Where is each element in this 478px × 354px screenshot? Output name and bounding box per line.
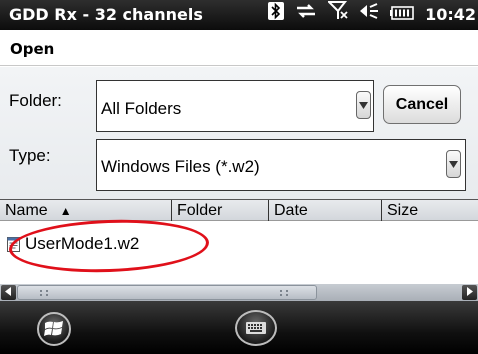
bluetooth-icon[interactable] — [268, 0, 285, 30]
type-dropdown-arrow[interactable] — [446, 150, 461, 178]
scroll-right-button[interactable] — [462, 285, 477, 300]
column-header-name[interactable]: Name ▲ — [0, 200, 170, 221]
windows-logo-icon — [44, 321, 63, 336]
type-dropdown[interactable]: Windows Files (*.w2) — [96, 139, 466, 191]
app-title: GDD Rx - 32 channels — [9, 5, 203, 24]
data-connection-icon[interactable] — [295, 0, 317, 30]
folder-dropdown[interactable]: All Folders — [96, 80, 374, 132]
dialog-header: Open — [0, 30, 478, 66]
type-value: Windows Files (*.w2) — [101, 157, 260, 176]
folder-dropdown-arrow[interactable] — [356, 91, 371, 119]
type-label: Type: — [9, 146, 51, 165]
file-list-header: Name ▲ Folder Date Size — [0, 199, 478, 221]
folder-value: All Folders — [101, 99, 182, 118]
battery-icon[interactable] — [390, 0, 414, 30]
chevron-right-icon — [467, 287, 473, 296]
status-icons: 10:42 — [257, 0, 478, 30]
chevron-left-icon — [5, 287, 11, 296]
dialog-title: Open — [10, 40, 55, 58]
title-bar: GDD Rx - 32 channels 10:42 — [0, 0, 478, 30]
cancel-button[interactable]: Cancel — [383, 85, 461, 124]
column-header-date[interactable]: Date — [268, 200, 380, 221]
folder-label: Folder: — [9, 91, 62, 110]
horizontal-scrollbar[interactable] — [0, 284, 478, 301]
clock[interactable]: 10:42 — [425, 0, 476, 30]
keyboard-icon — [246, 322, 266, 334]
column-header-size[interactable]: Size — [381, 200, 478, 221]
taskbar — [0, 301, 478, 354]
column-header-folder[interactable]: Folder — [171, 200, 267, 221]
chevron-down-icon — [449, 160, 458, 168]
no-signal-icon[interactable] — [326, 0, 348, 30]
keyboard-button[interactable] — [235, 310, 277, 346]
sort-ascending-icon: ▲ — [59, 204, 72, 218]
open-form: Folder: All Folders Cancel Type: Windows… — [0, 67, 478, 199]
volume-icon[interactable] — [359, 0, 379, 30]
chevron-down-icon — [359, 101, 368, 109]
scrollbar-thumb[interactable] — [17, 285, 317, 300]
start-button[interactable] — [37, 312, 71, 346]
scroll-left-button[interactable] — [1, 285, 16, 300]
